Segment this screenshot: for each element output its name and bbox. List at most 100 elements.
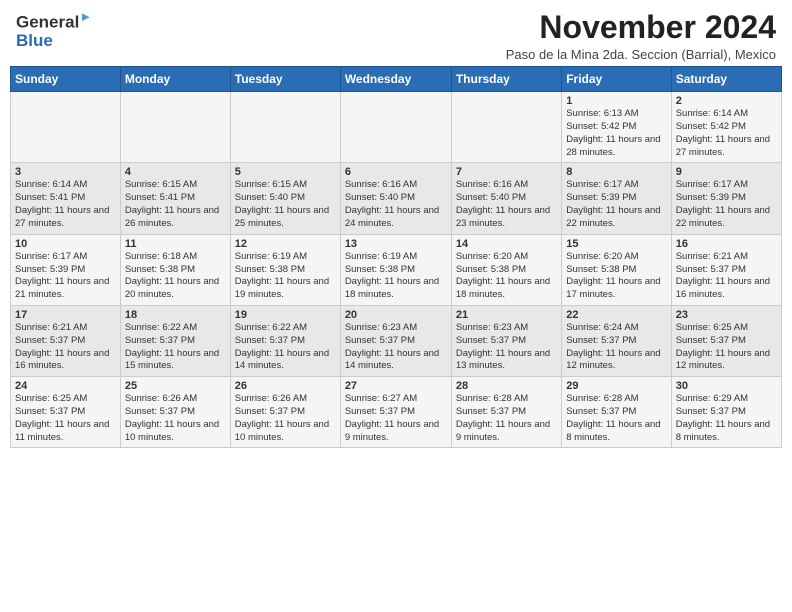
calendar-cell: 6Sunrise: 6:16 AM Sunset: 5:40 PM Daylig… — [340, 163, 451, 234]
calendar-cell: 23Sunrise: 6:25 AM Sunset: 5:37 PM Dayli… — [671, 305, 781, 376]
calendar-body: 1Sunrise: 6:13 AM Sunset: 5:42 PM Daylig… — [11, 92, 782, 448]
day-info: Sunrise: 6:26 AM Sunset: 5:37 PM Dayligh… — [125, 393, 226, 444]
day-number: 11 — [125, 238, 226, 250]
calendar-cell: 11Sunrise: 6:18 AM Sunset: 5:38 PM Dayli… — [120, 234, 230, 305]
calendar-cell: 10Sunrise: 6:17 AM Sunset: 5:39 PM Dayli… — [11, 234, 121, 305]
day-number: 20 — [345, 309, 447, 321]
day-number: 26 — [235, 380, 336, 392]
day-info: Sunrise: 6:19 AM Sunset: 5:38 PM Dayligh… — [345, 251, 447, 302]
calendar-cell: 26Sunrise: 6:26 AM Sunset: 5:37 PM Dayli… — [230, 377, 340, 448]
calendar-cell: 30Sunrise: 6:29 AM Sunset: 5:37 PM Dayli… — [671, 377, 781, 448]
day-info: Sunrise: 6:29 AM Sunset: 5:37 PM Dayligh… — [676, 393, 777, 444]
day-info: Sunrise: 6:27 AM Sunset: 5:37 PM Dayligh… — [345, 393, 447, 444]
day-info: Sunrise: 6:24 AM Sunset: 5:37 PM Dayligh… — [566, 322, 666, 373]
calendar-subtitle: Paso de la Mina 2da. Seccion (Barrial), … — [506, 47, 776, 62]
day-info: Sunrise: 6:22 AM Sunset: 5:37 PM Dayligh… — [235, 322, 336, 373]
calendar-cell: 9Sunrise: 6:17 AM Sunset: 5:39 PM Daylig… — [671, 163, 781, 234]
weekday-header-saturday: Saturday — [671, 67, 781, 92]
day-info: Sunrise: 6:17 AM Sunset: 5:39 PM Dayligh… — [676, 179, 777, 230]
day-info: Sunrise: 6:22 AM Sunset: 5:37 PM Dayligh… — [125, 322, 226, 373]
day-number: 16 — [676, 238, 777, 250]
day-info: Sunrise: 6:25 AM Sunset: 5:37 PM Dayligh… — [15, 393, 116, 444]
calendar-cell: 22Sunrise: 6:24 AM Sunset: 5:37 PM Dayli… — [562, 305, 671, 376]
calendar-cell: 29Sunrise: 6:28 AM Sunset: 5:37 PM Dayli… — [562, 377, 671, 448]
calendar-cell: 14Sunrise: 6:20 AM Sunset: 5:38 PM Dayli… — [451, 234, 561, 305]
page-header: General► Blue November 2024 Paso de la M… — [0, 0, 792, 66]
day-info: Sunrise: 6:14 AM Sunset: 5:42 PM Dayligh… — [676, 108, 777, 159]
calendar-cell: 13Sunrise: 6:19 AM Sunset: 5:38 PM Dayli… — [340, 234, 451, 305]
calendar-week-row: 1Sunrise: 6:13 AM Sunset: 5:42 PM Daylig… — [11, 92, 782, 163]
day-number: 21 — [456, 309, 557, 321]
calendar-title: November 2024 — [506, 10, 776, 45]
day-info: Sunrise: 6:28 AM Sunset: 5:37 PM Dayligh… — [566, 393, 666, 444]
day-number: 22 — [566, 309, 666, 321]
day-info: Sunrise: 6:15 AM Sunset: 5:41 PM Dayligh… — [125, 179, 226, 230]
day-number: 4 — [125, 166, 226, 178]
calendar-cell: 18Sunrise: 6:22 AM Sunset: 5:37 PM Dayli… — [120, 305, 230, 376]
calendar-cell: 21Sunrise: 6:23 AM Sunset: 5:37 PM Dayli… — [451, 305, 561, 376]
calendar-cell: 8Sunrise: 6:17 AM Sunset: 5:39 PM Daylig… — [562, 163, 671, 234]
day-info: Sunrise: 6:25 AM Sunset: 5:37 PM Dayligh… — [676, 322, 777, 373]
day-number: 17 — [15, 309, 116, 321]
calendar-cell: 20Sunrise: 6:23 AM Sunset: 5:37 PM Dayli… — [340, 305, 451, 376]
calendar-cell — [340, 92, 451, 163]
calendar-container: SundayMondayTuesdayWednesdayThursdayFrid… — [0, 66, 792, 458]
day-number: 1 — [566, 95, 666, 107]
day-info: Sunrise: 6:16 AM Sunset: 5:40 PM Dayligh… — [456, 179, 557, 230]
day-number: 2 — [676, 95, 777, 107]
calendar-cell: 24Sunrise: 6:25 AM Sunset: 5:37 PM Dayli… — [11, 377, 121, 448]
weekday-header-tuesday: Tuesday — [230, 67, 340, 92]
calendar-cell: 28Sunrise: 6:28 AM Sunset: 5:37 PM Dayli… — [451, 377, 561, 448]
calendar-week-row: 3Sunrise: 6:14 AM Sunset: 5:41 PM Daylig… — [11, 163, 782, 234]
day-info: Sunrise: 6:17 AM Sunset: 5:39 PM Dayligh… — [566, 179, 666, 230]
day-info: Sunrise: 6:20 AM Sunset: 5:38 PM Dayligh… — [566, 251, 666, 302]
day-info: Sunrise: 6:16 AM Sunset: 5:40 PM Dayligh… — [345, 179, 447, 230]
calendar-cell — [11, 92, 121, 163]
day-info: Sunrise: 6:21 AM Sunset: 5:37 PM Dayligh… — [676, 251, 777, 302]
day-number: 3 — [15, 166, 116, 178]
weekday-header-monday: Monday — [120, 67, 230, 92]
calendar-cell: 5Sunrise: 6:15 AM Sunset: 5:40 PM Daylig… — [230, 163, 340, 234]
calendar-cell: 7Sunrise: 6:16 AM Sunset: 5:40 PM Daylig… — [451, 163, 561, 234]
day-info: Sunrise: 6:23 AM Sunset: 5:37 PM Dayligh… — [456, 322, 557, 373]
day-info: Sunrise: 6:21 AM Sunset: 5:37 PM Dayligh… — [15, 322, 116, 373]
calendar-cell: 25Sunrise: 6:26 AM Sunset: 5:37 PM Dayli… — [120, 377, 230, 448]
calendar-table: SundayMondayTuesdayWednesdayThursdayFrid… — [10, 66, 782, 448]
calendar-cell — [451, 92, 561, 163]
weekday-header-sunday: Sunday — [11, 67, 121, 92]
day-info: Sunrise: 6:17 AM Sunset: 5:39 PM Dayligh… — [15, 251, 116, 302]
day-info: Sunrise: 6:13 AM Sunset: 5:42 PM Dayligh… — [566, 108, 666, 159]
day-number: 8 — [566, 166, 666, 178]
weekday-header-wednesday: Wednesday — [340, 67, 451, 92]
calendar-header: SundayMondayTuesdayWednesdayThursdayFrid… — [11, 67, 782, 92]
day-number: 15 — [566, 238, 666, 250]
day-info: Sunrise: 6:18 AM Sunset: 5:38 PM Dayligh… — [125, 251, 226, 302]
weekday-header-row: SundayMondayTuesdayWednesdayThursdayFrid… — [11, 67, 782, 92]
calendar-cell — [230, 92, 340, 163]
day-number: 24 — [15, 380, 116, 392]
weekday-header-thursday: Thursday — [451, 67, 561, 92]
day-number: 27 — [345, 380, 447, 392]
day-number: 19 — [235, 309, 336, 321]
day-number: 25 — [125, 380, 226, 392]
calendar-cell: 12Sunrise: 6:19 AM Sunset: 5:38 PM Dayli… — [230, 234, 340, 305]
day-info: Sunrise: 6:26 AM Sunset: 5:37 PM Dayligh… — [235, 393, 336, 444]
calendar-week-row: 24Sunrise: 6:25 AM Sunset: 5:37 PM Dayli… — [11, 377, 782, 448]
day-number: 7 — [456, 166, 557, 178]
day-number: 28 — [456, 380, 557, 392]
calendar-week-row: 10Sunrise: 6:17 AM Sunset: 5:39 PM Dayli… — [11, 234, 782, 305]
calendar-cell: 15Sunrise: 6:20 AM Sunset: 5:38 PM Dayli… — [562, 234, 671, 305]
logo: General► Blue — [16, 10, 92, 49]
day-info: Sunrise: 6:23 AM Sunset: 5:37 PM Dayligh… — [345, 322, 447, 373]
day-number: 23 — [676, 309, 777, 321]
calendar-cell: 16Sunrise: 6:21 AM Sunset: 5:37 PM Dayli… — [671, 234, 781, 305]
calendar-cell: 27Sunrise: 6:27 AM Sunset: 5:37 PM Dayli… — [340, 377, 451, 448]
day-number: 5 — [235, 166, 336, 178]
calendar-cell: 17Sunrise: 6:21 AM Sunset: 5:37 PM Dayli… — [11, 305, 121, 376]
calendar-cell: 19Sunrise: 6:22 AM Sunset: 5:37 PM Dayli… — [230, 305, 340, 376]
calendar-cell — [120, 92, 230, 163]
day-info: Sunrise: 6:28 AM Sunset: 5:37 PM Dayligh… — [456, 393, 557, 444]
calendar-cell: 2Sunrise: 6:14 AM Sunset: 5:42 PM Daylig… — [671, 92, 781, 163]
day-number: 6 — [345, 166, 447, 178]
weekday-header-friday: Friday — [562, 67, 671, 92]
